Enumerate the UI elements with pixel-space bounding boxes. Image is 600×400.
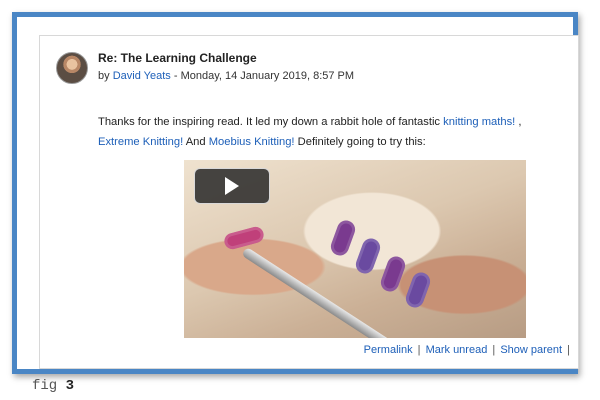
permalink-link[interactable]: Permalink xyxy=(364,344,413,356)
action-separator: | xyxy=(492,344,496,356)
video-frame-yarn xyxy=(222,225,266,251)
content-text-1: Thanks for the inspiring read. It led my… xyxy=(98,116,441,128)
author-link[interactable]: David Yeats xyxy=(113,70,171,82)
play-icon xyxy=(225,177,239,195)
video-frame-yarn xyxy=(328,218,358,258)
video-frame-yarn xyxy=(353,236,383,276)
video-frame-yarn xyxy=(378,254,408,294)
post-actions: Permalink | Mark unread | Show parent | xyxy=(364,344,572,356)
show-parent-link[interactable]: Show parent xyxy=(500,344,562,356)
content-text-2: , xyxy=(518,116,522,128)
action-separator: | xyxy=(567,344,570,356)
post-subject: Re: The Learning Challenge xyxy=(98,51,257,65)
post-byline: by David Yeats - Monday, 14 January 2019… xyxy=(98,70,354,82)
moebius-knitting-link[interactable]: Moebius Knitting! xyxy=(209,136,295,148)
screenshot-frame: Re: The Learning Challenge by David Yeat… xyxy=(12,12,579,374)
forum-post: Re: The Learning Challenge by David Yeat… xyxy=(39,35,579,369)
post-content: Thanks for the inspiring read. It led my… xyxy=(98,112,568,152)
byline-prefix: by xyxy=(98,70,110,82)
video-frame-yarn xyxy=(403,270,433,310)
content-text-4: Definitely going to try this: xyxy=(297,136,426,148)
knitting-maths-link[interactable]: knitting maths! xyxy=(443,116,515,128)
caption-prefix: fig xyxy=(32,378,58,394)
avatar[interactable] xyxy=(56,52,88,84)
video-play-button[interactable] xyxy=(194,168,270,204)
mark-unread-link[interactable]: Mark unread xyxy=(426,344,488,356)
post-date: - Monday, 14 January 2019, 8:57 PM xyxy=(173,70,355,82)
content-text-3: And xyxy=(185,136,206,148)
caption-number: 3 xyxy=(65,378,75,394)
embedded-video[interactable] xyxy=(184,160,526,338)
action-separator: | xyxy=(417,344,421,356)
extreme-knitting-link[interactable]: Extreme Knitting! xyxy=(98,136,183,148)
figure-caption: fig 3 xyxy=(32,378,74,394)
